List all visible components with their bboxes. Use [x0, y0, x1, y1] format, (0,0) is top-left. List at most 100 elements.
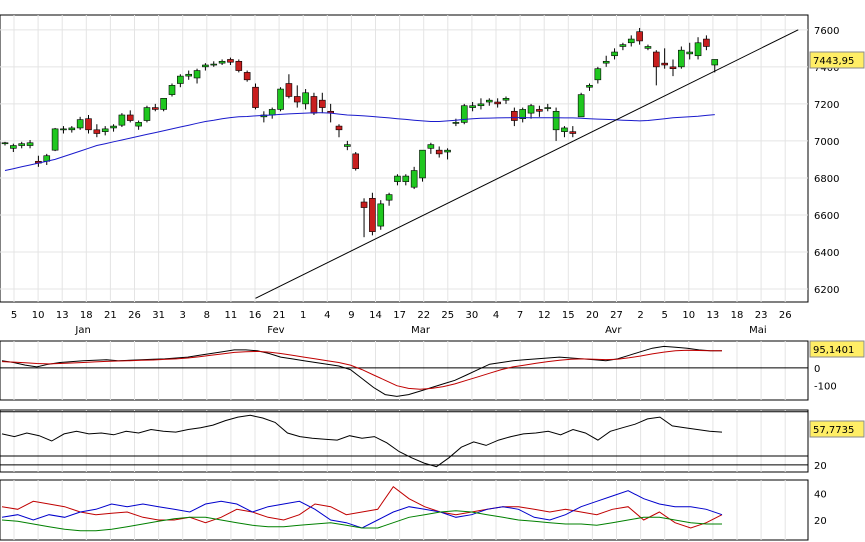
candle-body	[143, 107, 151, 121]
day-tick-label: 7	[517, 310, 523, 321]
candle-body	[678, 49, 685, 68]
candle-body	[552, 110, 560, 131]
indicator-last-value: 95,1401	[813, 345, 854, 356]
day-tick-label: 18	[80, 310, 93, 321]
candle-body	[494, 101, 501, 105]
candle-body	[168, 85, 176, 95]
candle-body	[485, 99, 493, 103]
day-tick-label: 10	[682, 310, 695, 321]
candle-body	[101, 128, 109, 132]
candle-body	[427, 144, 435, 149]
candle-body	[60, 128, 67, 131]
candle-body	[602, 60, 610, 64]
month-tick-label: Fev	[267, 325, 284, 336]
price-tick-label: 6400	[814, 248, 839, 259]
candle-body	[452, 122, 460, 124]
candle-body	[369, 198, 376, 232]
indicator-tick-label: 0	[814, 364, 820, 375]
day-tick-label: 22	[417, 310, 430, 321]
day-tick-label: 23	[755, 310, 768, 321]
candle-body	[293, 96, 301, 103]
day-tick-label: 4	[324, 310, 330, 321]
candle-body	[360, 201, 368, 208]
candle-body	[385, 194, 393, 201]
candle-body	[444, 149, 451, 153]
candle-body	[686, 51, 694, 55]
candle-body	[235, 60, 243, 71]
candle-body	[26, 142, 34, 146]
candle-body	[435, 149, 443, 155]
day-tick-label: 21	[104, 310, 117, 321]
candle-body	[135, 122, 142, 127]
candle-body	[644, 46, 652, 49]
candle-body	[68, 127, 76, 131]
candle-body	[619, 44, 627, 47]
candle-body	[419, 149, 426, 179]
candle-body	[527, 105, 535, 114]
candle-body	[152, 107, 159, 110]
candle-body	[577, 94, 585, 118]
candle-body	[277, 88, 284, 110]
day-tick-label: 10	[32, 310, 45, 321]
day-tick-label: 20	[586, 310, 599, 321]
candle-body	[93, 129, 101, 134]
day-tick-label: 2	[637, 310, 643, 321]
price-panel-frame	[0, 14, 809, 303]
day-tick-label: 11	[225, 310, 238, 321]
indicator-tick-label: 40	[814, 489, 827, 500]
price-tick-label: 6200	[814, 285, 839, 296]
month-tick-label: Jan	[74, 325, 90, 336]
candle-body	[502, 98, 510, 101]
candle-body	[126, 114, 134, 121]
candle-body	[227, 59, 234, 63]
day-tick-label: 9	[348, 310, 354, 321]
day-tick-label: 8	[204, 310, 210, 321]
last-price-value: 7443,95	[813, 56, 854, 67]
candle-body	[711, 59, 719, 66]
candle-body	[352, 153, 360, 169]
indicator-panel-frame	[0, 409, 809, 473]
candle-body	[118, 114, 126, 126]
day-tick-label: 3	[180, 310, 186, 321]
day-tick-label: 26	[779, 310, 792, 321]
candle-body	[310, 96, 318, 114]
candle-body	[10, 145, 17, 149]
price-tick-label: 6800	[814, 174, 839, 185]
price-tick-label: 7000	[814, 137, 839, 148]
candle-body	[202, 64, 209, 68]
day-tick-label: 13	[707, 310, 720, 321]
candle-body	[302, 92, 309, 105]
candle-body	[51, 128, 59, 151]
candle-body	[85, 118, 92, 131]
candle-body	[611, 51, 618, 57]
candle-body	[218, 60, 226, 64]
candle-body	[1, 142, 9, 145]
candle-body	[160, 98, 167, 110]
indicator-last-value: 57,7735	[813, 425, 854, 436]
candle-body	[18, 143, 26, 146]
candle-body	[511, 110, 518, 121]
day-tick-label: 26	[128, 310, 141, 321]
day-tick-label: 1	[300, 310, 306, 321]
candle-body	[177, 75, 184, 84]
price-tick-label: 7600	[814, 26, 839, 37]
day-tick-label: 16	[249, 310, 262, 321]
month-tick-label: Mar	[411, 325, 431, 336]
candle-body	[243, 72, 251, 81]
candle-body	[76, 119, 84, 129]
indicator-panel-frame	[0, 479, 809, 541]
month-tick-label: Avr	[605, 325, 622, 336]
day-tick-label: 21	[273, 310, 286, 321]
candle-body	[318, 99, 326, 108]
candle-body	[344, 144, 351, 147]
candle-body	[477, 103, 485, 107]
candle-body	[210, 63, 218, 66]
candle-body	[394, 175, 401, 182]
indicator-tick-label: 20	[814, 461, 827, 472]
day-tick-label: 5	[662, 310, 668, 321]
day-tick-label: 18	[731, 310, 744, 321]
day-tick-label: 4	[493, 310, 499, 321]
candle-body	[694, 42, 702, 57]
indicator-tick-label: -100	[814, 382, 837, 393]
candle-body	[544, 107, 552, 109]
